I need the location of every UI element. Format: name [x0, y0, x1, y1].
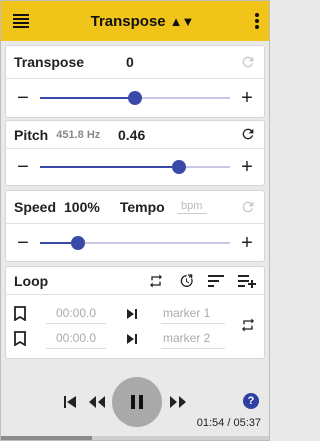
speed-value: 100% [64, 199, 100, 215]
pitch-frequency: 451.8 Hz [56, 128, 101, 141]
marker-time-input[interactable]: 00:00.0 [46, 304, 106, 324]
bookmark-icon[interactable] [14, 306, 26, 321]
transpose-minus-button[interactable]: − [16, 88, 30, 108]
bookmark-icon[interactable] [14, 331, 26, 346]
pitch-label: Pitch [14, 126, 49, 143]
skip-to-marker-icon[interactable] [126, 333, 138, 345]
marker-name-input[interactable]: marker 1 [161, 304, 225, 324]
marker-row: 00:00.0 marker 1 [6, 301, 264, 326]
tempo-label: Tempo [119, 199, 165, 215]
sort-arrows-icon: ▲▼ [169, 13, 195, 29]
rewind-icon[interactable] [88, 395, 106, 409]
speed-reset-icon[interactable] [240, 199, 256, 215]
pitch-minus-button[interactable]: − [16, 157, 30, 177]
playback-progress-bar[interactable] [1, 436, 269, 440]
skip-to-marker-icon[interactable] [126, 308, 138, 320]
speed-label: Speed [14, 199, 57, 215]
pitch-slider-thumb[interactable] [171, 160, 186, 174]
transpose-slider[interactable] [40, 88, 230, 108]
transpose-value: 0 [126, 54, 134, 70]
kebab-icon[interactable] [254, 13, 259, 29]
tempo-input[interactable]: bpm [176, 200, 207, 214]
pitch-value: 0.46 [118, 126, 146, 143]
pitch-reset-icon[interactable] [240, 126, 256, 142]
loop-card: Loop 00:00.0 marker 1 00:00.0 marker 2 [5, 266, 265, 359]
transpose-reset-icon[interactable] [240, 54, 256, 70]
pitch-slider[interactable] [40, 157, 230, 177]
hamburger-icon[interactable] [13, 14, 29, 28]
transpose-plus-button[interactable]: + [240, 88, 254, 108]
marker-time-input[interactable]: 00:00.0 [46, 329, 106, 349]
transpose-label: Transpose [14, 54, 85, 70]
loop-swap-icon[interactable] [240, 317, 256, 333]
speed-slider[interactable] [40, 233, 230, 253]
pitch-plus-button[interactable]: + [240, 157, 254, 177]
playlist-add-icon[interactable] [238, 274, 256, 288]
pause-button[interactable] [112, 377, 162, 427]
marker-row: 00:00.0 marker 2 [6, 326, 264, 351]
timer-icon[interactable] [178, 273, 194, 289]
sort-icon[interactable] [208, 274, 224, 288]
repeat-icon[interactable] [148, 273, 164, 289]
transpose-card: Transpose 0 − + [5, 45, 265, 118]
app-bar: Transpose ▲▼ [1, 1, 269, 41]
marker-name-input[interactable]: marker 2 [161, 329, 225, 349]
speed-minus-button[interactable]: − [16, 233, 30, 253]
speed-card: Speed 100% Tempo bpm − + [5, 190, 265, 262]
fast-forward-icon[interactable] [169, 395, 187, 409]
playback-time: 01:54 / 05:37 [196, 417, 261, 429]
speed-plus-button[interactable]: + [240, 233, 254, 253]
pause-icon [131, 395, 143, 409]
app-title-text: Transpose [90, 12, 166, 30]
app-title[interactable]: Transpose ▲▼ [90, 12, 195, 30]
loop-label: Loop [14, 272, 49, 289]
skip-previous-icon[interactable] [63, 395, 77, 409]
transpose-slider-thumb[interactable] [128, 91, 142, 105]
help-icon[interactable]: ? [243, 393, 259, 409]
pitch-card: Pitch 451.8 Hz 0.46 − + [5, 120, 265, 186]
speed-slider-thumb[interactable] [71, 236, 85, 250]
